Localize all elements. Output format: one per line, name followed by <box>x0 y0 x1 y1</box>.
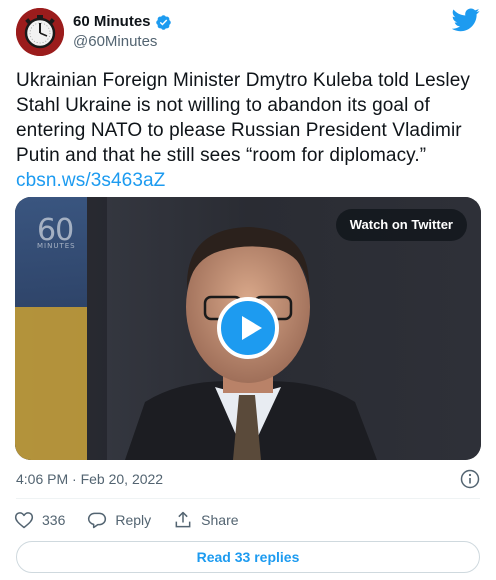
read-replies-button[interactable]: Read 33 replies <box>16 541 480 573</box>
play-icon <box>242 316 262 340</box>
watermark-text: MINUTES <box>37 242 76 250</box>
sixty-minutes-watermark: 60 MINUTES <box>37 213 76 251</box>
stopwatch-logo-icon <box>16 8 64 56</box>
timestamp[interactable]: 4:06 PM · Feb 20, 2022 <box>16 471 163 487</box>
tweet-link[interactable]: cbsn.ws/3s463aZ <box>16 170 165 191</box>
heart-icon <box>14 512 34 529</box>
tweet-body: Ukrainian Foreign Minister Dmytro Kuleba… <box>16 70 476 166</box>
tweet-text: Ukrainian Foreign Minister Dmytro Kuleba… <box>16 68 482 193</box>
twitter-bird-icon[interactable] <box>452 8 480 32</box>
tweet-actions: 336 Reply Share <box>14 508 261 532</box>
info-icon[interactable] <box>460 469 480 489</box>
verified-badge-icon <box>155 14 171 30</box>
avatar[interactable] <box>16 8 64 56</box>
video-player[interactable]: 60 MINUTES Watch on Twitter <box>15 197 481 460</box>
display-name[interactable]: 60 Minutes <box>73 12 151 32</box>
reply-label: Reply <box>115 512 152 528</box>
timestamp-row: 4:06 PM · Feb 20, 2022 <box>16 469 480 489</box>
tweet-header: 60 Minutes @60Minutes <box>16 8 480 56</box>
name-row: 60 Minutes <box>73 12 172 32</box>
account-info: 60 Minutes @60Minutes <box>73 12 172 52</box>
share-label: Share <box>201 512 239 528</box>
watch-on-twitter-button[interactable]: Watch on Twitter <box>335 209 467 241</box>
divider <box>16 498 480 499</box>
handle[interactable]: @60Minutes <box>73 32 172 52</box>
like-count: 336 <box>42 512 66 528</box>
watermark-number: 60 <box>37 213 74 248</box>
like-button[interactable]: 336 <box>14 510 65 530</box>
share-icon <box>175 511 191 528</box>
reply-button[interactable]: Reply <box>87 510 151 530</box>
play-button[interactable] <box>217 297 279 359</box>
reply-bubble-icon <box>88 512 107 529</box>
share-button[interactable]: Share <box>173 510 239 530</box>
